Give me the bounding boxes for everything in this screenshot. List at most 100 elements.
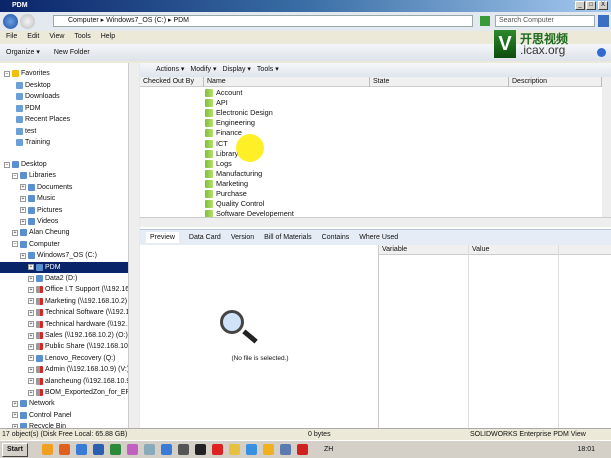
taskbar-app-icon[interactable]	[41, 444, 53, 455]
tree-item[interactable]: − Libraries	[12, 170, 56, 181]
tree-item[interactable]: + Data2 (D:)	[28, 273, 77, 284]
column-description[interactable]: Description	[509, 77, 602, 87]
menu-file[interactable]: File	[6, 33, 17, 40]
tree-item[interactable]: + Videos	[20, 216, 58, 227]
tree-item[interactable]: + Technical Software (\\192.168.1	[28, 307, 128, 318]
list-horizontal-scrollbar[interactable]	[140, 217, 611, 227]
collapse-icon[interactable]: −	[4, 70, 10, 77]
expand-icon[interactable]: −	[12, 241, 18, 248]
expand-icon[interactable]: +	[28, 321, 34, 328]
file-row[interactable]: Engineering	[205, 118, 255, 128]
breadcrumb-drive[interactable]: Windows7_OS (C:)	[106, 17, 166, 24]
close-button[interactable]: X	[598, 1, 608, 10]
tree-item[interactable]: + Documents	[20, 182, 72, 193]
file-row[interactable]: Quality Control	[205, 199, 264, 209]
taskbar-app-icon[interactable]	[279, 444, 291, 455]
file-row[interactable]: Purchase	[205, 189, 247, 199]
taskbar-app-icon[interactable]	[211, 444, 223, 455]
expand-icon[interactable]: +	[28, 332, 34, 339]
expand-icon[interactable]: +	[28, 389, 34, 396]
new-folder-button[interactable]: New Folder	[54, 49, 90, 56]
column-variable[interactable]: Variable	[379, 245, 469, 428]
modify-menu[interactable]: Modify ▾	[190, 66, 216, 73]
menu-edit[interactable]: Edit	[27, 33, 39, 40]
tree-item[interactable]: + Music	[20, 193, 55, 204]
taskbar-app-icon[interactable]	[92, 444, 104, 455]
expand-icon[interactable]: +	[28, 264, 34, 271]
taskbar-app-icon[interactable]	[160, 444, 172, 455]
taskbar-app-icon[interactable]	[262, 444, 274, 455]
menu-view[interactable]: View	[49, 33, 64, 40]
language-indicator[interactable]: ZH	[324, 446, 333, 453]
search-input[interactable]: Search Computer	[495, 15, 595, 27]
expand-icon[interactable]: +	[20, 218, 26, 225]
file-row[interactable]: Library	[205, 149, 238, 159]
menu-tools[interactable]: Tools	[74, 33, 90, 40]
expand-icon[interactable]: +	[20, 252, 26, 259]
tree-item[interactable]: + Pictures	[20, 205, 62, 216]
tree-item[interactable]: PDM	[16, 103, 41, 114]
expand-icon[interactable]: +	[28, 343, 34, 350]
tree-item[interactable]: + Lenovo_Recovery (Q:)	[28, 353, 115, 364]
tools-menu[interactable]: Tools ▾	[257, 66, 279, 73]
expand-icon[interactable]: +	[20, 195, 26, 202]
tree-item[interactable]: + Office I.T Support (\\192.168.10	[28, 284, 128, 295]
maximize-button[interactable]: □	[586, 1, 596, 10]
column-name[interactable]: Name	[204, 77, 370, 87]
expand-icon[interactable]: +	[12, 229, 18, 236]
actions-menu[interactable]: Actions ▾	[156, 66, 184, 73]
menu-help[interactable]: Help	[101, 33, 115, 40]
tree-item[interactable]: + Recycle Bin	[12, 421, 66, 428]
taskbar-app-icon[interactable]	[75, 444, 87, 455]
taskbar-app-icon[interactable]	[143, 444, 155, 455]
tree-item[interactable]: + alancheung (\\192.168.10.9\Pub	[28, 376, 128, 387]
tree-item[interactable]: Training	[16, 137, 50, 148]
expand-icon[interactable]: +	[20, 207, 26, 214]
expand-icon[interactable]: +	[28, 275, 34, 282]
file-row[interactable]: API	[205, 98, 228, 108]
refresh-icon[interactable]	[480, 16, 490, 26]
file-row[interactable]: Logs	[205, 159, 232, 169]
breadcrumb-computer[interactable]: Computer	[68, 17, 99, 24]
tree-item[interactable]: Recent Places	[16, 114, 70, 125]
taskbar-app-icon[interactable]	[194, 444, 206, 455]
tree-item[interactable]: + Admin (\\192.168.10.9) (V:)	[28, 364, 128, 375]
tree-item[interactable]: + Public Share (\\192.168.10.9) (P	[28, 341, 128, 352]
search-icon[interactable]	[598, 15, 609, 27]
file-row[interactable]: Electronic Design	[205, 108, 273, 118]
taskbar-app-icon[interactable]	[109, 444, 121, 455]
taskbar-app-icon[interactable]	[177, 444, 189, 455]
file-row[interactable]: Manufacturing	[205, 169, 262, 179]
expand-icon[interactable]: +	[28, 286, 34, 293]
expand-icon[interactable]: +	[28, 355, 34, 362]
tab-version[interactable]: Version	[231, 234, 254, 241]
tree-item[interactable]: + Technical hardware (\\192.168.1	[28, 319, 128, 330]
expand-icon[interactable]: +	[28, 366, 34, 373]
tree-item[interactable]: Desktop	[16, 80, 51, 91]
tree-item[interactable]: + Control Panel	[12, 410, 71, 421]
expand-icon[interactable]: +	[20, 184, 26, 191]
tab-where-used[interactable]: Where Used	[359, 234, 398, 241]
tab-data-card[interactable]: Data Card	[189, 234, 221, 241]
tree-item[interactable]: test	[16, 126, 36, 137]
tree-item[interactable]: − Desktop	[4, 159, 47, 170]
tree-scrollbar[interactable]	[128, 63, 139, 428]
column-state[interactable]: State	[370, 77, 509, 87]
expand-icon[interactable]: −	[12, 172, 18, 179]
tab-preview[interactable]: Preview	[146, 232, 179, 243]
expand-icon[interactable]: +	[28, 309, 34, 316]
file-row[interactable]: Account	[205, 88, 242, 98]
file-row[interactable]: ICT	[205, 139, 228, 149]
tree-item[interactable]: + Marketing (\\192.168.10.2) (L:)	[28, 296, 128, 307]
column-value[interactable]: Value	[469, 245, 559, 428]
tree-item[interactable]: Downloads	[16, 91, 60, 102]
taskbar-app-icon[interactable]	[245, 444, 257, 455]
forward-button[interactable]	[20, 14, 35, 29]
column-checked-out-by[interactable]: Checked Out By	[140, 77, 204, 87]
tree-item[interactable]: − Computer	[12, 239, 60, 250]
start-button[interactable]: Start	[2, 442, 28, 457]
help-icon[interactable]	[597, 48, 606, 57]
tree-item[interactable]: + Windows7_OS (C:)	[20, 250, 97, 261]
taskbar-app-icon[interactable]	[126, 444, 138, 455]
taskbar-app-icon[interactable]	[228, 444, 240, 455]
